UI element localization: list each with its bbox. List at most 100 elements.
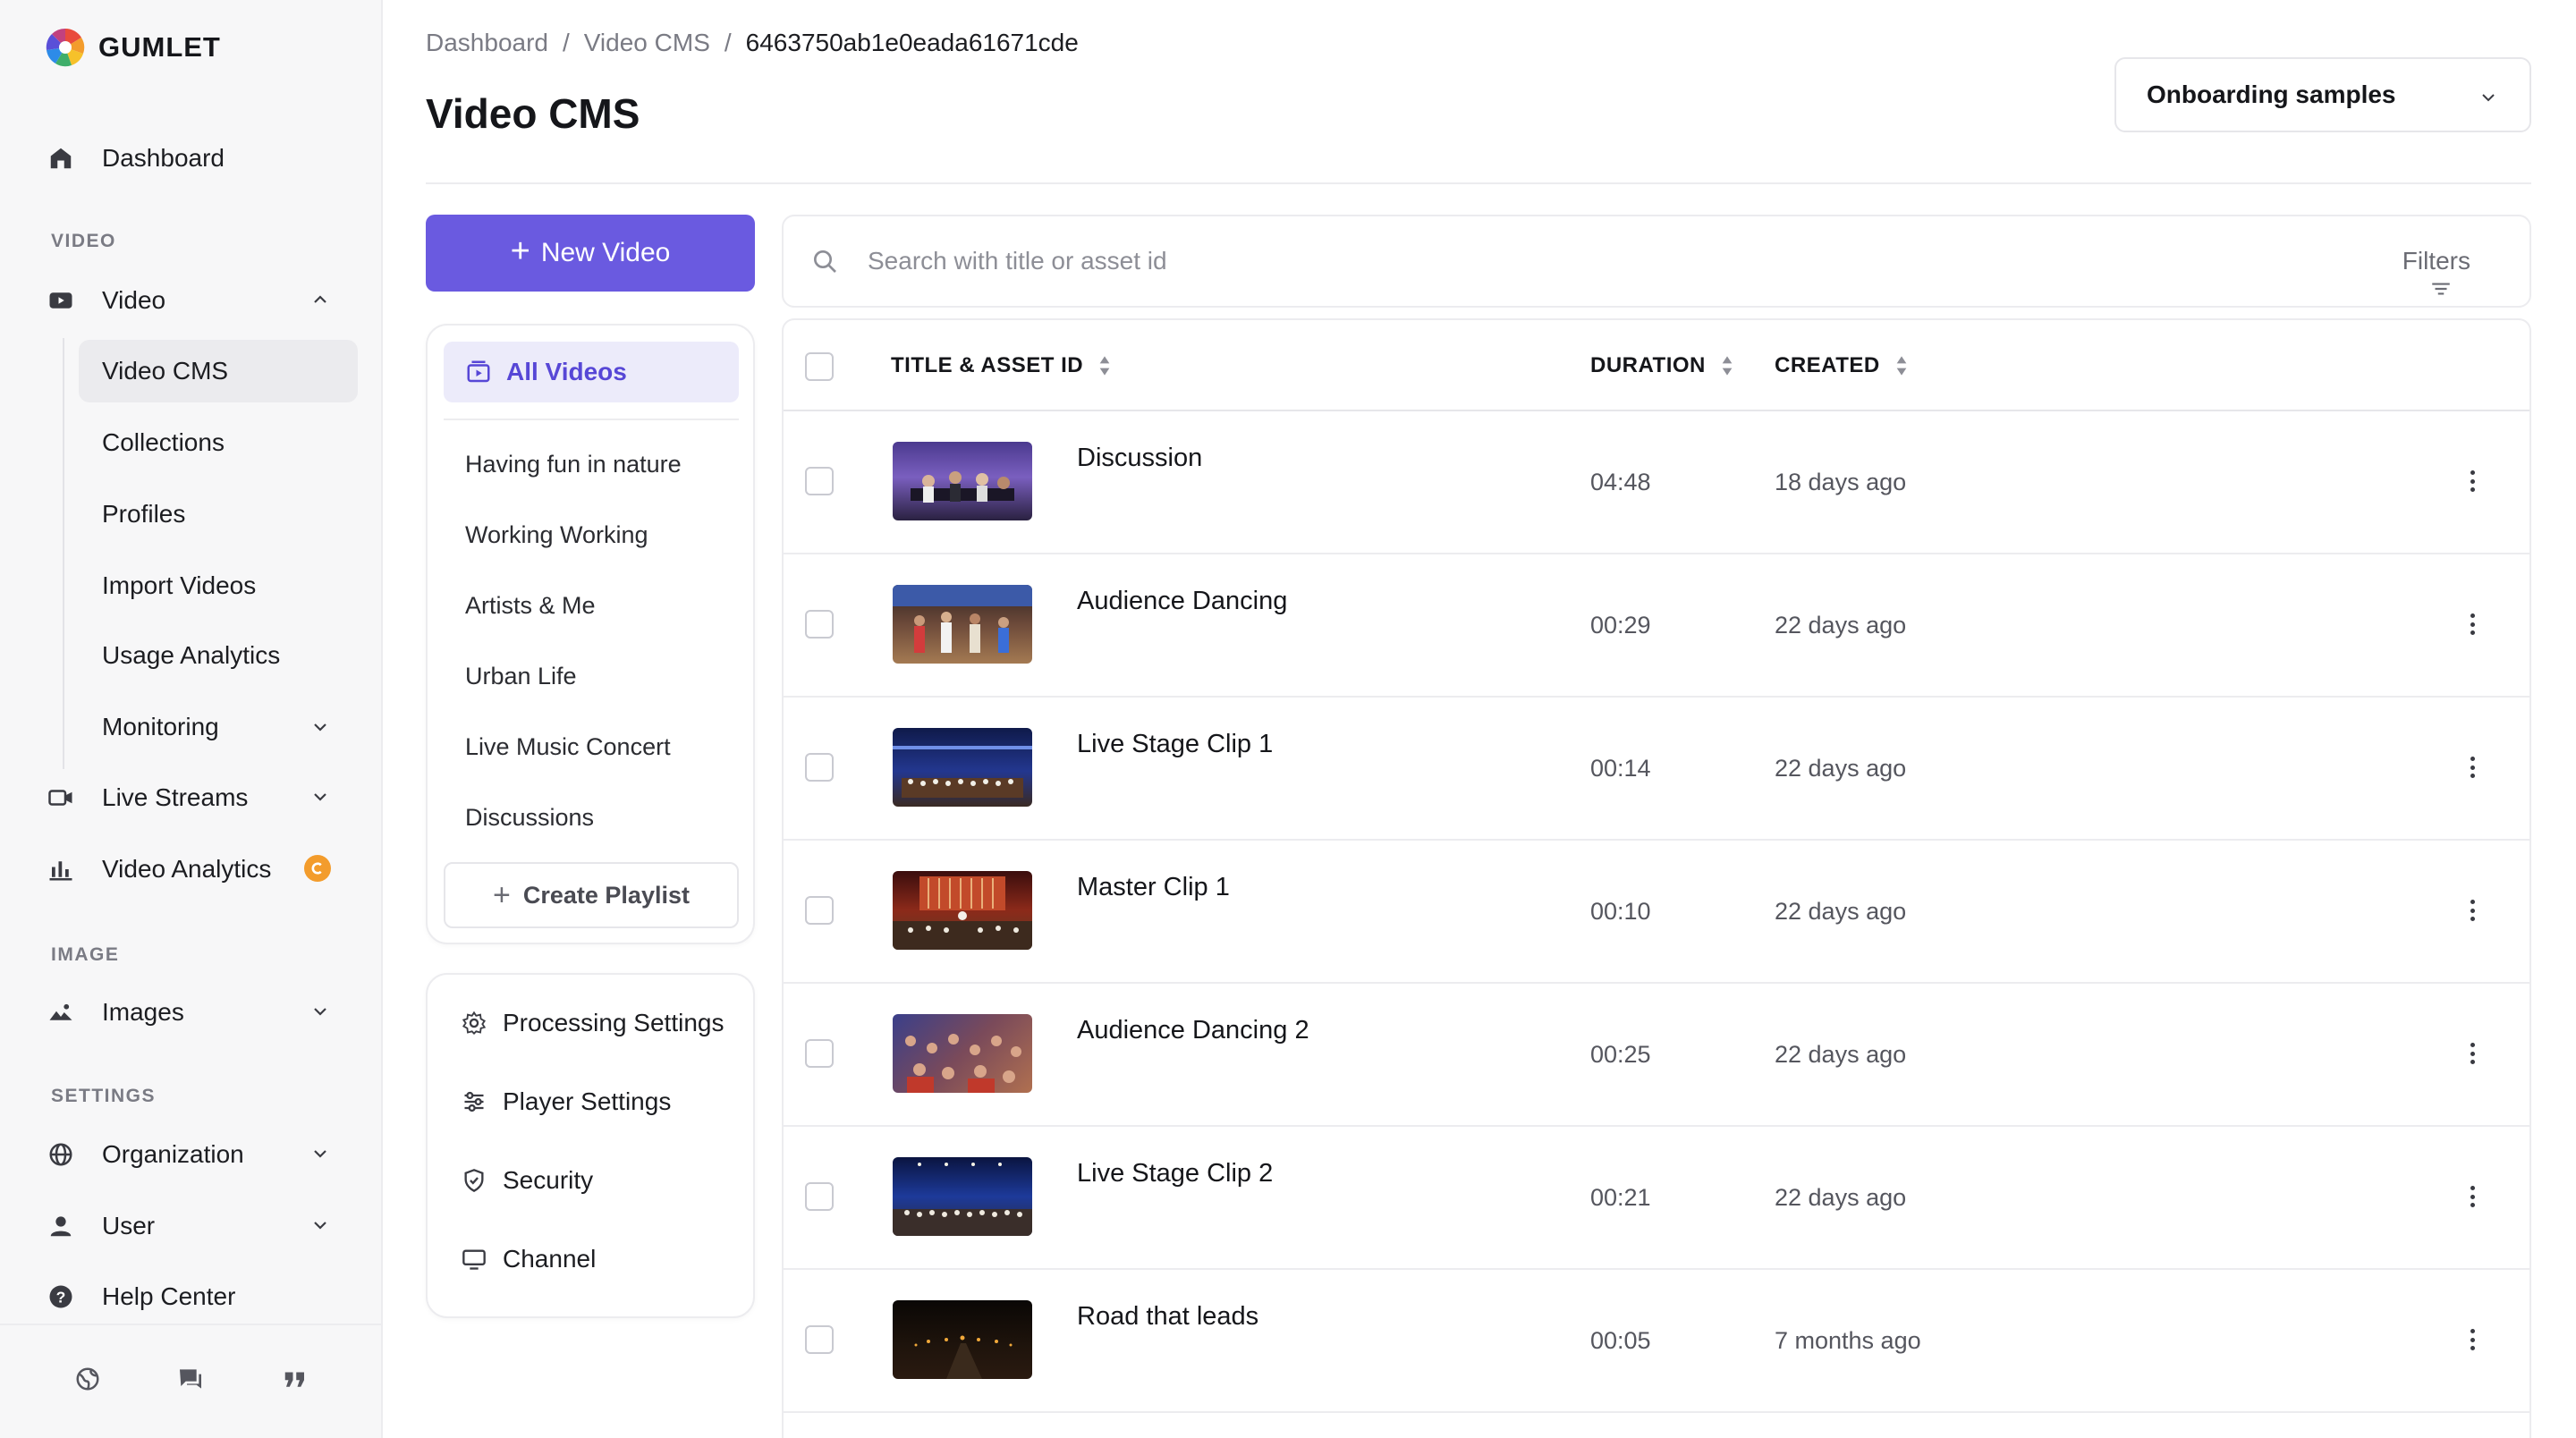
playlist-item[interactable]: Discussions xyxy=(465,804,594,832)
video-created: 22 days ago xyxy=(1775,898,1907,925)
chevron-down-icon xyxy=(309,1142,331,1171)
video-title[interactable]: Discussion xyxy=(1077,444,1202,473)
filters-button[interactable]: Filters xyxy=(2402,247,2470,295)
row-checkbox[interactable] xyxy=(805,1325,834,1354)
create-playlist-button[interactable]: + Create Playlist xyxy=(444,862,739,928)
column-header-duration[interactable]: DURATION xyxy=(1590,352,1734,379)
globe-icon xyxy=(45,1138,77,1171)
more-options-icon[interactable] xyxy=(2465,608,2479,640)
table-row[interactable]: Master Clip 1 00:10 22 days ago xyxy=(784,841,2529,984)
channel-link[interactable]: Channel xyxy=(460,1245,596,1273)
security-link[interactable]: Security xyxy=(460,1166,593,1195)
section-label-image: IMAGE xyxy=(51,944,120,965)
search-bar: Filters xyxy=(782,215,2531,308)
playlist-item[interactable]: Working Working xyxy=(465,521,648,549)
video-created: 22 days ago xyxy=(1775,755,1907,782)
filters-label: Filters xyxy=(2402,247,2470,275)
breadcrumb-link-dashboard[interactable]: Dashboard xyxy=(426,29,548,57)
bar-chart-icon xyxy=(45,853,77,885)
upgrade-badge-icon xyxy=(304,855,331,882)
more-options-icon[interactable] xyxy=(2465,1324,2479,1356)
breadcrumb-link-video-cms[interactable]: Video CMS xyxy=(584,29,710,57)
row-checkbox[interactable] xyxy=(805,753,834,782)
sidebar-item-collections[interactable]: Collections xyxy=(79,411,358,474)
video-thumbnail[interactable] xyxy=(893,871,1032,950)
more-options-icon[interactable] xyxy=(2465,1180,2479,1213)
video-title[interactable]: Live Stage Clip 1 xyxy=(1077,730,1273,759)
sidebar-item-dashboard[interactable]: Dashboard xyxy=(45,130,358,187)
table-row[interactable]: Audience Dancing 00:29 22 days ago xyxy=(784,554,2529,698)
row-checkbox[interactable] xyxy=(805,1182,834,1211)
more-options-icon[interactable] xyxy=(2465,1037,2479,1070)
video-library-icon xyxy=(465,359,492,385)
table-row[interactable]: Audience Dancing 2 00:25 22 days ago xyxy=(784,984,2529,1127)
sidebar-item-usage-analytics[interactable]: Usage Analytics xyxy=(79,624,358,687)
sidebar-item-profiles[interactable]: Profiles xyxy=(79,483,358,546)
section-label-settings: SETTINGS xyxy=(51,1086,157,1106)
quote-icon[interactable] xyxy=(277,1361,313,1397)
row-checkbox[interactable] xyxy=(805,1039,834,1068)
sidebar-item-label: Help Center xyxy=(102,1282,236,1310)
gumlet-logo[interactable]: GUMLET xyxy=(45,27,221,68)
sidebar-item-import-videos[interactable]: Import Videos xyxy=(79,554,358,617)
column-header-title[interactable]: TITLE & ASSET ID xyxy=(891,352,1112,379)
sidebar-item-monitoring[interactable]: Monitoring xyxy=(79,696,358,758)
workspace-select[interactable]: Onboarding samples xyxy=(2114,57,2531,132)
video-thumbnail[interactable] xyxy=(893,442,1032,520)
sidebar-item-help-center[interactable]: ? Help Center xyxy=(45,1268,358,1325)
video-title[interactable]: Live Stage Clip 2 xyxy=(1077,1159,1273,1188)
search-input[interactable] xyxy=(868,241,2120,281)
more-options-icon[interactable] xyxy=(2465,465,2479,497)
playlist-item[interactable]: Artists & Me xyxy=(465,592,596,620)
table-row[interactable]: Live Stage Clip 2 00:21 22 days ago xyxy=(784,1127,2529,1270)
playlist-item[interactable]: Having fun in nature xyxy=(465,451,682,478)
sidebar-item-label: Organization xyxy=(102,1140,244,1168)
video-duration: 04:48 xyxy=(1590,469,1651,495)
playlist-item[interactable]: Urban Life xyxy=(465,663,577,690)
sidebar-item-live-streams[interactable]: Live Streams xyxy=(45,769,358,826)
new-video-button[interactable]: + New Video xyxy=(426,215,755,292)
table-row[interactable]: Discussion 04:48 18 days ago xyxy=(784,411,2529,554)
playlist-item[interactable]: Live Music Concert xyxy=(465,733,671,761)
processing-settings-link[interactable]: Processing Settings xyxy=(460,1009,724,1037)
video-thumbnail[interactable] xyxy=(893,1014,1032,1093)
chevron-down-icon xyxy=(309,785,331,814)
sidebar-item-organization[interactable]: Organization xyxy=(45,1126,358,1183)
video-thumbnail[interactable] xyxy=(893,585,1032,664)
video-title[interactable]: Road that leads xyxy=(1077,1302,1258,1332)
sidebar-item-video-cms[interactable]: Video CMS xyxy=(79,340,358,402)
sidebar-item-label: Video xyxy=(102,286,166,314)
more-options-icon[interactable] xyxy=(2465,894,2479,926)
table-row[interactable]: Road that leads 00:05 7 months ago xyxy=(784,1270,2529,1413)
video-title[interactable]: Master Clip 1 xyxy=(1077,873,1230,902)
chat-icon[interactable] xyxy=(173,1361,208,1397)
video-thumbnail[interactable] xyxy=(893,728,1032,807)
playlist-all-videos[interactable]: All Videos xyxy=(444,342,739,402)
gumlet-logo-icon xyxy=(46,28,85,67)
more-options-icon[interactable] xyxy=(2465,751,2479,783)
row-checkbox[interactable] xyxy=(805,896,834,925)
sidebar-item-images[interactable]: Images xyxy=(45,984,358,1041)
video-thumbnail[interactable] xyxy=(893,1300,1032,1379)
video-thumbnail[interactable] xyxy=(893,1157,1032,1236)
user-icon xyxy=(45,1210,77,1242)
breadcrumb: Dashboard / Video CMS / 6463750ab1e0eada… xyxy=(426,29,1093,57)
sort-icon xyxy=(1894,352,1909,379)
select-all-checkbox[interactable] xyxy=(805,352,834,381)
globe-icon[interactable] xyxy=(70,1361,106,1397)
sidebar-item-user[interactable]: User xyxy=(45,1197,358,1255)
sidebar-item-label: Profiles xyxy=(102,500,186,528)
video-title[interactable]: Audience Dancing xyxy=(1077,587,1287,616)
table-row[interactable]: Live Stage Clip 1 00:14 22 days ago xyxy=(784,698,2529,841)
video-title[interactable]: Audience Dancing 2 xyxy=(1077,1016,1309,1045)
sidebar-item-label: Import Videos xyxy=(102,571,257,599)
plus-icon: + xyxy=(493,877,511,912)
video-icon xyxy=(45,284,77,317)
sidebar-item-video[interactable]: Video xyxy=(45,272,358,329)
column-header-created[interactable]: CREATED xyxy=(1775,352,1909,379)
player-settings-link[interactable]: Player Settings xyxy=(460,1087,671,1116)
settings-panel: Processing Settings Player Settings Secu… xyxy=(426,973,755,1318)
row-checkbox[interactable] xyxy=(805,610,834,639)
row-checkbox[interactable] xyxy=(805,467,834,495)
help-icon: ? xyxy=(45,1281,77,1313)
